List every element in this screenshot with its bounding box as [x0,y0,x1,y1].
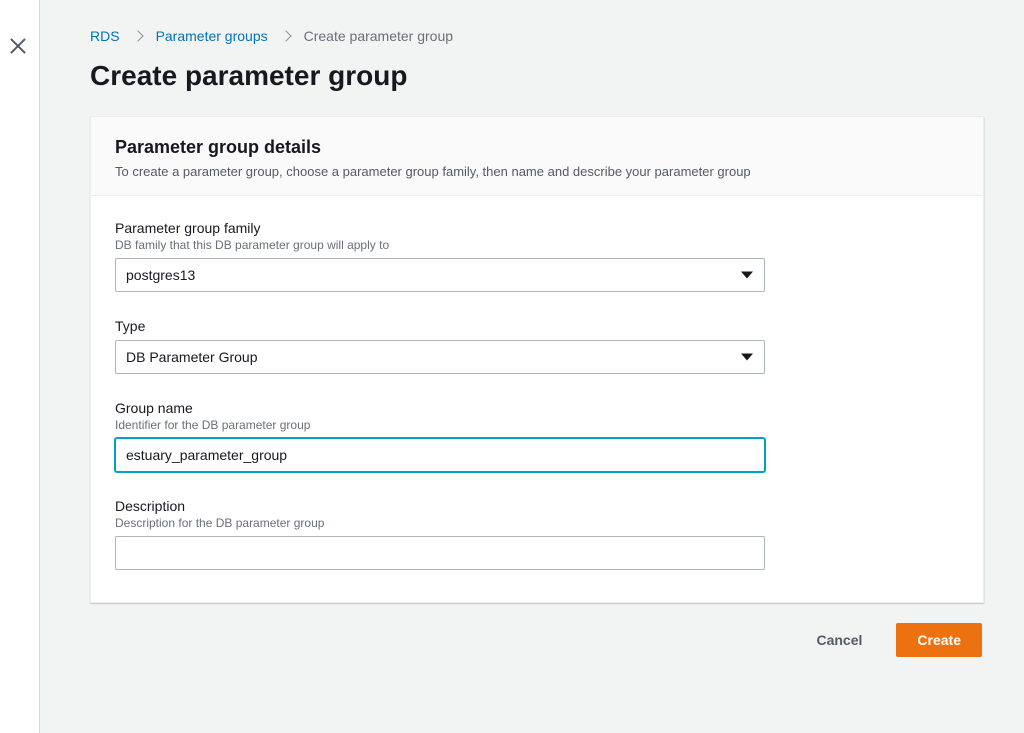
details-panel: Parameter group details To create a para… [90,116,984,603]
name-group: Group name Identifier for the DB paramet… [115,400,765,472]
breadcrumb-link-parameter-groups[interactable]: Parameter groups [156,28,268,44]
create-button[interactable]: Create [896,623,982,657]
type-label: Type [115,318,765,334]
breadcrumb-link-rds[interactable]: RDS [90,28,120,44]
panel-title: Parameter group details [115,137,959,158]
cancel-button[interactable]: Cancel [796,623,882,657]
description-hint: Description for the DB parameter group [115,516,765,530]
main-content: RDS Parameter groups Create parameter gr… [40,0,1024,697]
name-label: Group name [115,400,765,416]
family-label: Parameter group family [115,220,765,236]
panel-body: Parameter group family DB family that th… [91,196,983,602]
chevron-right-icon [280,30,291,41]
left-rail [0,0,40,733]
breadcrumb: RDS Parameter groups Create parameter gr… [90,28,984,44]
form-actions: Cancel Create [90,623,984,657]
family-select[interactable]: postgres13 [115,258,765,292]
breadcrumb-current: Create parameter group [304,28,453,44]
family-group: Parameter group family DB family that th… [115,220,765,292]
description-group: Description Description for the DB param… [115,498,765,570]
name-hint: Identifier for the DB parameter group [115,418,765,432]
description-label: Description [115,498,765,514]
chevron-right-icon [132,30,143,41]
page-title: Create parameter group [90,60,984,92]
close-icon[interactable] [8,36,28,56]
panel-header: Parameter group details To create a para… [91,117,983,196]
type-group: Type DB Parameter Group [115,318,765,374]
family-hint: DB family that this DB parameter group w… [115,238,765,252]
panel-subtitle: To create a parameter group, choose a pa… [115,164,959,179]
description-input[interactable] [115,536,765,570]
name-input[interactable] [115,438,765,472]
type-select[interactable]: DB Parameter Group [115,340,765,374]
